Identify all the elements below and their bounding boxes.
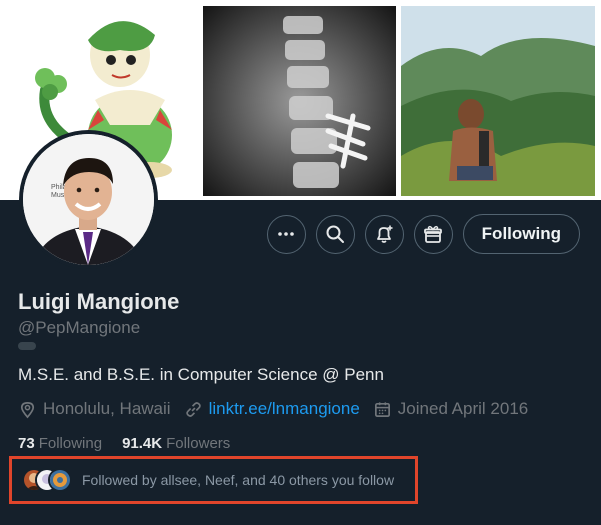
following-label: Following bbox=[38, 435, 103, 452]
notification-bell-plus-icon bbox=[377, 225, 393, 243]
profile-actions: Following bbox=[266, 214, 580, 254]
link-icon bbox=[185, 401, 201, 417]
mutual-avatars bbox=[22, 468, 76, 492]
profile-stats: 73 Following 91.4K Followers bbox=[18, 435, 230, 452]
website-item[interactable]: linktr.ee/lnmangione bbox=[184, 399, 360, 419]
followers-count: 91.4K bbox=[122, 435, 163, 452]
location-pin-icon bbox=[20, 401, 35, 418]
profile-avatar[interactable]: Philad Muse bbox=[19, 130, 158, 269]
gift-icon bbox=[424, 225, 443, 243]
followers-label: Followers bbox=[166, 435, 231, 452]
subscribe-button[interactable] bbox=[413, 214, 453, 254]
profile-bio: M.S.E. and B.S.E. in Computer Science @ … bbox=[18, 365, 384, 384]
joined-text: Joined April 2016 bbox=[397, 399, 529, 418]
banner-image-xray bbox=[203, 6, 396, 196]
location-item: Honolulu, Hawaii bbox=[18, 399, 171, 419]
profile-handle: @PepMangione bbox=[18, 318, 141, 337]
followed-by-highlight[interactable]: Followed by allsee, Neef, and 40 others … bbox=[9, 456, 418, 504]
followed-by-text: Followed by allsee, Neef, and 40 others … bbox=[82, 472, 395, 488]
website-link[interactable]: linktr.ee/lnmangione bbox=[209, 399, 360, 419]
handle-badge-placeholder bbox=[18, 342, 36, 350]
following-count: 73 bbox=[18, 435, 35, 452]
profile-name: Luigi Mangione bbox=[18, 289, 180, 314]
search-icon bbox=[326, 225, 345, 243]
location-text: Honolulu, Hawaii bbox=[43, 399, 171, 418]
following-button[interactable]: Following bbox=[462, 214, 580, 254]
mutual-avatar bbox=[48, 468, 72, 492]
joined-item: Joined April 2016 bbox=[373, 399, 528, 419]
search-button[interactable] bbox=[315, 214, 355, 254]
profile-meta: Honolulu, Hawaii linktr.ee/lnmangione Jo… bbox=[18, 399, 541, 419]
followers-count-link[interactable]: 91.4K Followers bbox=[122, 435, 230, 452]
more-icon bbox=[278, 232, 294, 236]
following-count-link[interactable]: 73 Following bbox=[18, 435, 102, 452]
notify-button[interactable] bbox=[364, 214, 404, 254]
calendar-icon bbox=[374, 401, 390, 417]
banner-image-hiking bbox=[401, 6, 595, 196]
more-button[interactable] bbox=[266, 214, 306, 254]
